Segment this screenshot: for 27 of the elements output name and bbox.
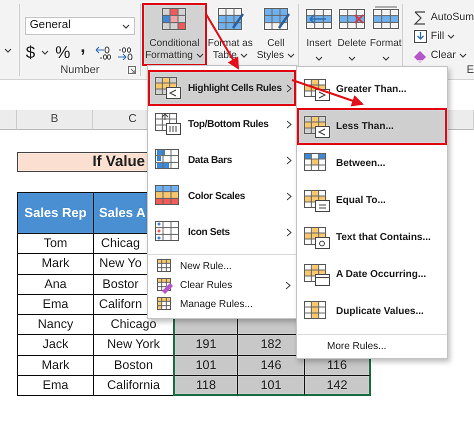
comma-style-button[interactable]: , <box>80 40 86 54</box>
menu-item[interactable]: Text that Contains... <box>297 219 447 256</box>
menu-item[interactable]: Less Than... <box>297 108 447 145</box>
menu-item[interactable]: Greater Than... <box>297 71 447 108</box>
menu-item[interactable]: Highlight Cells Rules <box>148 70 296 106</box>
format-value: General <box>30 18 71 34</box>
column-header: B <box>17 110 93 130</box>
autosum-button[interactable]: AutoSum <box>412 8 474 27</box>
currency-button[interactable]: $ <box>26 40 36 66</box>
menu-item[interactable]: Between... <box>297 145 447 182</box>
cell-styles-button[interactable]: Cell Styles <box>254 4 297 63</box>
group-label: E <box>466 62 474 78</box>
menu-item[interactable]: Equal To... <box>297 182 447 219</box>
header-cell: Sales Rep <box>17 192 94 234</box>
table-cell: 118 <box>173 375 238 396</box>
table-cell: 101 <box>237 375 305 396</box>
clear-button[interactable]: Clear <box>412 46 467 65</box>
group-label: Number <box>60 62 100 78</box>
number-format-dropdown[interactable]: General <box>24 17 135 35</box>
conditional-formatting-button[interactable]: Conditional Formatting <box>143 4 206 65</box>
table-cell: 191 <box>173 334 238 356</box>
fill-button[interactable]: Fill <box>412 27 456 46</box>
menu-item[interactable]: Duplicate Values... <box>297 293 447 330</box>
table-cell: 142 <box>304 375 371 396</box>
table-cell: Ema <box>17 375 94 396</box>
percent-button[interactable]: % <box>55 40 70 66</box>
menu-item[interactable]: A Date Occurring... <box>297 256 447 293</box>
